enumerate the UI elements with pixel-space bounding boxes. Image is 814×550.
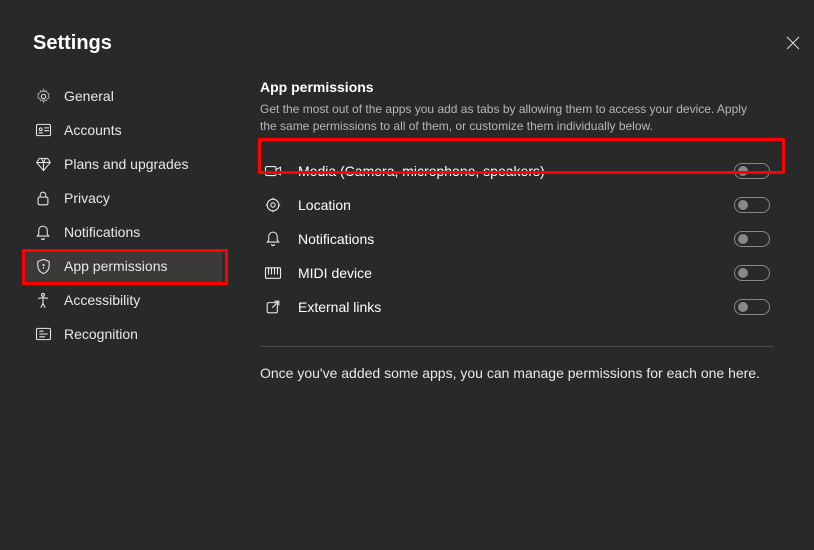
- sidebar-item-label: General: [64, 88, 114, 104]
- permission-row-media: Media (Camera, microphone, speakers): [260, 154, 774, 188]
- sidebar-item-accessibility[interactable]: Accessibility: [24, 283, 222, 317]
- sidebar-item-recognition[interactable]: Recognition: [24, 317, 222, 351]
- location-icon: [264, 196, 282, 214]
- close-icon: [786, 37, 800, 54]
- permission-row-notifications: Notifications: [260, 222, 774, 256]
- section-description: Get the most out of the apps you add as …: [260, 101, 760, 136]
- permission-toggle-external-links[interactable]: [734, 299, 770, 315]
- sidebar-item-label: Notifications: [64, 224, 140, 240]
- sidebar-item-label: Accounts: [64, 122, 122, 138]
- id-card-icon: [34, 121, 52, 139]
- sidebar-item-label: Plans and upgrades: [64, 156, 189, 172]
- permission-row-location: Location: [260, 188, 774, 222]
- section-title: App permissions: [260, 79, 774, 95]
- bell-icon: [264, 230, 282, 248]
- permission-label: External links: [298, 299, 718, 315]
- lock-icon: [34, 189, 52, 207]
- permission-toggle-media[interactable]: [734, 163, 770, 179]
- gear-icon: [34, 87, 52, 105]
- shield-icon: [34, 257, 52, 275]
- sidebar-item-app-permissions[interactable]: App permissions: [24, 249, 222, 283]
- external-link-icon: [264, 298, 282, 316]
- sidebar-item-general[interactable]: General: [24, 79, 222, 113]
- page-title: Settings: [33, 32, 814, 55]
- close-button[interactable]: [786, 36, 800, 55]
- diamond-icon: [34, 155, 52, 173]
- recognition-icon: [34, 325, 52, 343]
- settings-sidebar: General Accounts Plans and upgrades Priv…: [0, 79, 228, 381]
- sidebar-item-label: App permissions: [64, 258, 168, 274]
- midi-icon: [264, 264, 282, 282]
- permission-label: Location: [298, 197, 718, 213]
- accessibility-icon: [34, 291, 52, 309]
- permission-label: MIDI device: [298, 265, 718, 281]
- divider: [260, 346, 774, 347]
- sidebar-item-plans[interactable]: Plans and upgrades: [24, 147, 222, 181]
- footer-text: Once you've added some apps, you can man…: [260, 365, 774, 381]
- permission-label: Notifications: [298, 231, 718, 247]
- permission-label: Media (Camera, microphone, speakers): [298, 163, 718, 179]
- bell-icon: [34, 223, 52, 241]
- sidebar-item-privacy[interactable]: Privacy: [24, 181, 222, 215]
- permission-toggle-midi[interactable]: [734, 265, 770, 281]
- permission-toggle-notifications[interactable]: [734, 231, 770, 247]
- sidebar-item-label: Accessibility: [64, 292, 140, 308]
- sidebar-item-notifications[interactable]: Notifications: [24, 215, 222, 249]
- permission-toggle-location[interactable]: [734, 197, 770, 213]
- sidebar-item-label: Recognition: [64, 326, 138, 342]
- sidebar-item-accounts[interactable]: Accounts: [24, 113, 222, 147]
- permission-row-midi: MIDI device: [260, 256, 774, 290]
- permission-row-external-links: External links: [260, 290, 774, 324]
- sidebar-item-label: Privacy: [64, 190, 110, 206]
- camera-icon: [264, 162, 282, 180]
